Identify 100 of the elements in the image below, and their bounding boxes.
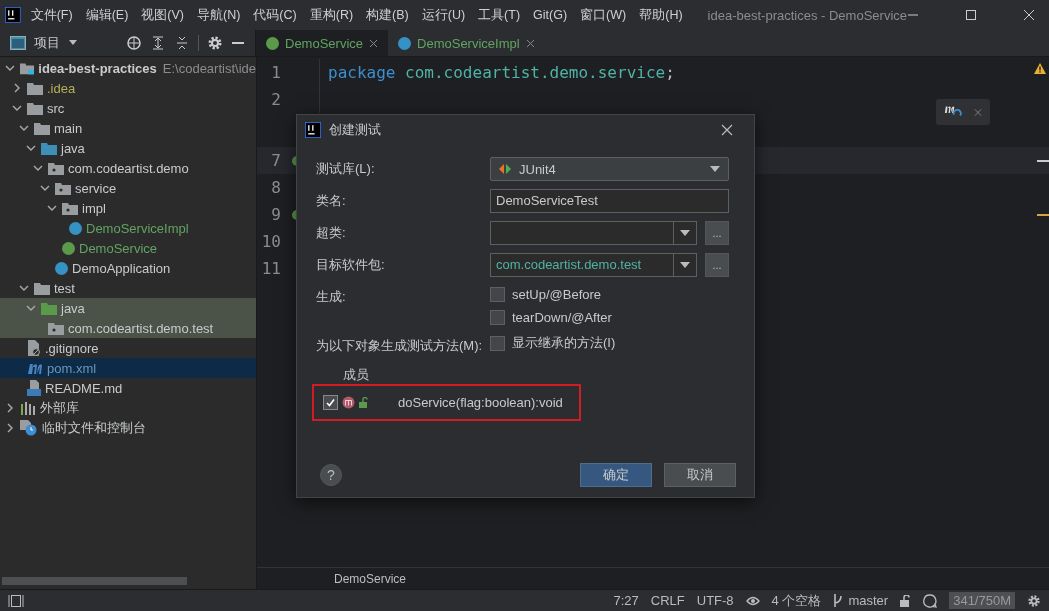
chevron-right-icon[interactable] [12,83,22,93]
line-number: 1 [270,63,281,82]
tree-item[interactable]: src [0,98,256,118]
test-library-dropdown[interactable]: JUnit4 [490,157,729,181]
menu-item[interactable]: 帮助(H) [639,6,683,24]
close-icon[interactable] [1023,9,1035,21]
menu-item[interactable]: 窗口(W) [580,6,627,24]
tree-item[interactable]: com.codeartist.demo.test [0,318,256,338]
tree-item[interactable]: impl [0,198,256,218]
expand-all-icon[interactable] [150,35,166,51]
column-header: 成员 [342,366,370,384]
file-encoding[interactable]: UTF-8 [696,593,734,608]
chevron-right-icon[interactable] [5,423,15,433]
settings-icon[interactable] [207,35,223,51]
collapse-all-icon[interactable] [174,35,190,51]
tree-item[interactable]: test [0,278,256,298]
chevron-down-icon[interactable] [40,183,50,193]
checkbox[interactable] [490,286,505,302]
close-icon[interactable] [525,38,535,48]
tree-item[interactable]: java [0,138,256,158]
cancel-button[interactable]: 取消 [664,463,736,487]
menu-item[interactable]: 运行(U) [421,6,466,24]
breadcrumb[interactable]: DemoService [334,571,407,586]
checkbox[interactable] [323,395,338,410]
chevron-down-icon[interactable] [26,143,36,153]
menu-item[interactable]: Git(G) [533,8,568,22]
combo-field[interactable]: com.codeartist.demo.test [490,253,697,277]
tree-item[interactable]: service [0,178,256,198]
git-branch[interactable]: master [833,593,889,608]
chevron-down-icon[interactable] [26,303,36,313]
tree-item[interactable]: 临时文件和控制台 [0,418,256,438]
combo-field[interactable] [490,221,697,245]
tree-item[interactable]: main [0,118,256,138]
chevron-down-icon[interactable] [12,103,22,113]
unlocked-icon[interactable] [900,594,912,607]
scrollbar[interactable] [2,577,187,585]
tree-item[interactable]: DemoServiceImpl [0,218,256,238]
chevron-down-icon[interactable] [19,123,29,133]
checkbox[interactable] [490,335,505,351]
tree-item[interactable]: com.codeartist.demo [0,158,256,178]
warning-icon[interactable] [1034,63,1046,74]
menu-item[interactable]: 文件(F) [30,6,73,24]
menu-item[interactable]: 代码(C) [253,6,297,24]
maximize-icon[interactable] [965,9,977,21]
caret-position[interactable]: 7:27 [613,593,639,608]
locate-icon[interactable] [126,35,142,51]
checkbox[interactable] [490,309,505,325]
checkbox-label[interactable]: tearDown/@After [512,309,612,325]
tree-item-label: DemoService [79,240,158,256]
tree-item[interactable]: README.md [0,378,256,398]
tree-item[interactable]: DemoService [0,238,256,258]
field-label: 为以下对象生成测试方法(M): [316,337,484,355]
eye-icon[interactable] [745,595,760,606]
tree-item-label: .idea [47,80,76,96]
panel-title[interactable]: 项目 [34,34,60,52]
ok-button[interactable]: 确定 [580,463,652,487]
class-name-field[interactable]: DemoServiceTest [490,189,729,213]
tree-item[interactable]: 外部库 [0,398,256,418]
error-stripe-mark[interactable] [1037,159,1049,162]
folder-icon [27,101,43,115]
line-separator[interactable]: CRLF [650,593,685,608]
checkmark-icon [325,397,336,408]
browse-button[interactable]: ... [705,253,729,277]
menu-item[interactable]: 视图(V) [141,6,184,24]
interface-icon [62,241,75,255]
panel-toggle-icon[interactable] [8,593,24,608]
tree-item[interactable]: DemoApplication [0,258,256,278]
error-stripe-mark[interactable] [1037,213,1049,216]
checkbox-label[interactable]: 显示继承的方法(I) [512,334,616,352]
help-button[interactable]: ? [320,464,342,486]
chevron-down-icon[interactable] [19,283,29,293]
tree-item[interactable]: .idea [0,78,256,98]
tree-item-label: com.codeartist.demo [68,160,189,176]
indent-setting[interactable]: 4 个空格 [771,591,822,610]
folder-icon [20,61,35,75]
line-number: 11 [260,259,281,278]
menu-item[interactable]: 编辑(E) [85,6,129,24]
chevron-down-icon[interactable] [33,163,43,173]
checkbox-label[interactable]: setUp/@Before [512,286,602,302]
browse-button[interactable]: ... [705,221,729,245]
menu-item[interactable]: 工具(T) [478,6,521,24]
chevron-down-icon[interactable] [5,63,15,73]
speech-bubble-icon[interactable] [923,593,938,608]
chevron-right-icon[interactable] [5,403,15,413]
tree-item[interactable]: java [0,298,256,318]
member-row[interactable]: doService(flag:boolean):void [312,384,581,421]
tree-item[interactable]: .gitignore [0,338,256,358]
tree-item-label: idea-best-practices [38,60,157,76]
editor-tab[interactable]: DemoService [256,30,389,56]
close-icon[interactable] [369,38,379,48]
menu-item[interactable]: 重构(R) [309,6,354,24]
junit-icon [499,163,511,175]
close-icon[interactable] [721,124,733,136]
chevron-down-icon[interactable] [47,203,57,213]
menu-item[interactable]: 导航(N) [197,6,241,24]
caret-icon[interactable] [68,40,78,46]
menu-item[interactable]: 构建(B) [366,6,409,24]
settings-icon[interactable] [1027,593,1041,608]
tree-item[interactable]: idea-best-practices E:\codeartist\ide [0,58,256,78]
tree-item[interactable]: pom.xml [0,358,256,378]
